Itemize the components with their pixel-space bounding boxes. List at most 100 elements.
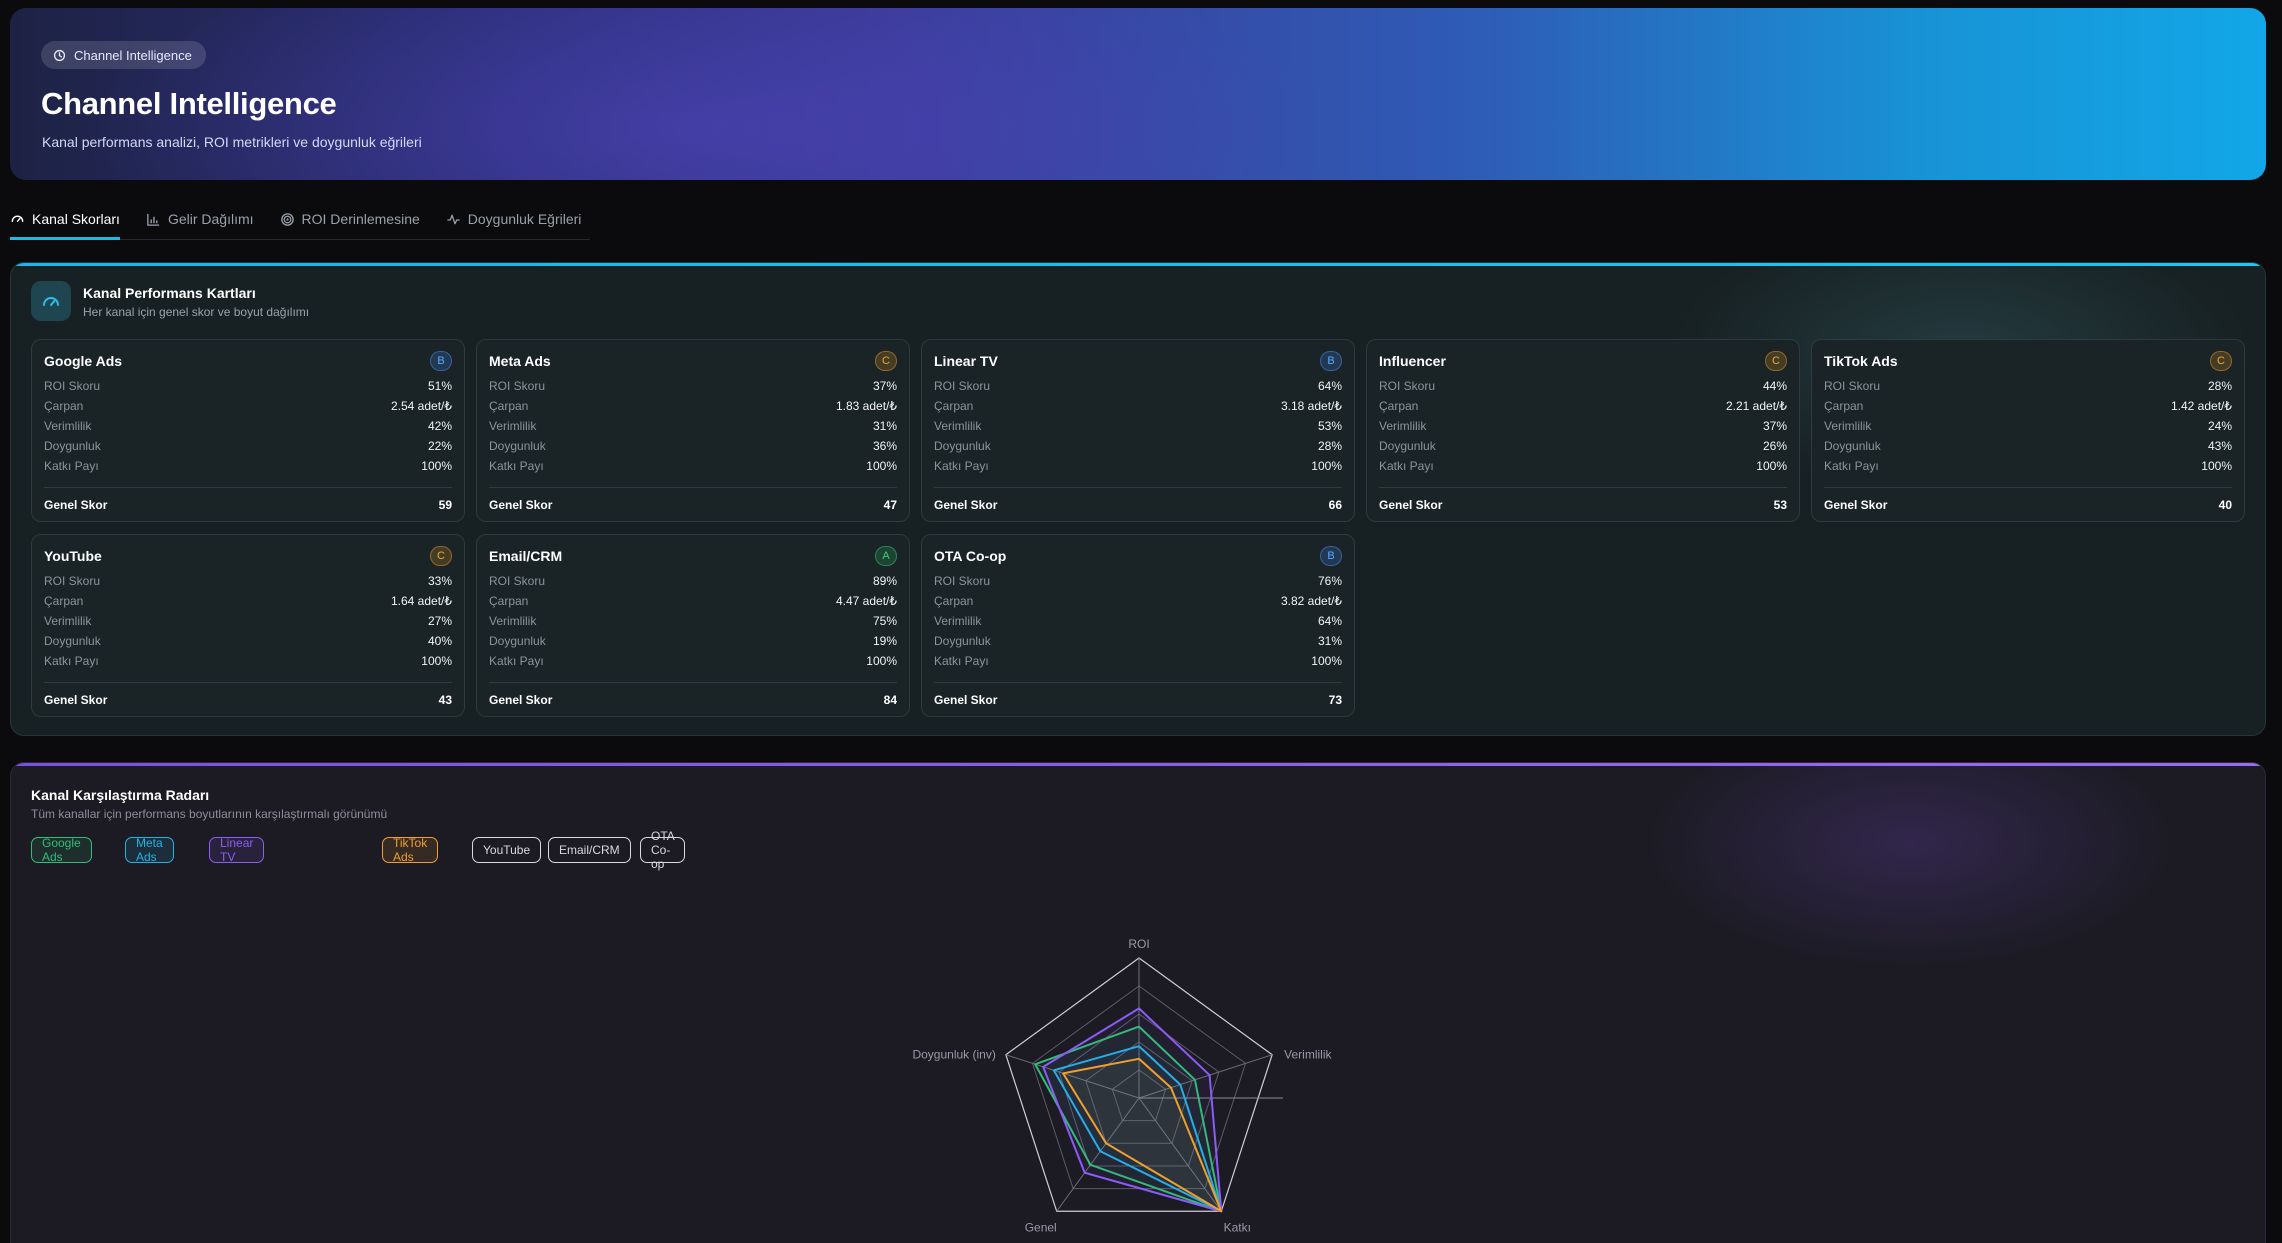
grade-badge: C [875, 351, 897, 371]
metric-value: 100% [421, 459, 452, 473]
card-header: OTA Co-op B [934, 545, 1342, 567]
metric-label: ROI Skoru [1824, 379, 1881, 393]
metric-row-saturation: Doygunluk 40% [44, 631, 452, 651]
metric-list: ROI Skoru 89% Çarpan 4.47 adet/₺ Verimlilik 7… [489, 571, 897, 671]
page-title: Channel Intelligence [41, 86, 337, 121]
metric-value: 42% [427, 419, 452, 433]
metric-label: ROI Skoru [934, 574, 991, 588]
channel-card[interactable]: YouTube C ROI Skoru 33% Çarpan 1.64 adet/₺ Ver… [31, 534, 465, 717]
tab-doygunluk-egrileri[interactable]: Doygunluk Eğrileri [446, 200, 582, 238]
radar-axis-label: Katkı [1224, 1220, 1251, 1234]
metric-label: Çarpan [489, 399, 529, 413]
tab-label: Kanal Skorları [32, 210, 120, 227]
channel-name: TikTok Ads [1824, 353, 1898, 369]
overall-score-label: Genel Skor [934, 497, 998, 512]
metric-value: 51% [427, 379, 452, 393]
metric-row-contribution: Katkı Payı 100% [934, 651, 1342, 671]
metric-label: ROI Skoru [1379, 379, 1436, 393]
metric-value: 31% [1317, 634, 1342, 648]
metric-list: ROI Skoru 51% Çarpan 2.54 adet/₺ Verimlilik 4… [44, 376, 452, 476]
tab-label: Doygunluk Eğrileri [467, 211, 582, 227]
metric-value: 100% [866, 459, 897, 473]
clock-icon [53, 49, 66, 61]
radar-axis-label: Genel [1025, 1220, 1057, 1234]
metric-list: ROI Skoru 37% Çarpan 1.83 adet/₺ Verimlilik 3… [489, 376, 897, 476]
channel-name: Linear TV [934, 353, 998, 369]
overall-score-value: 59 [438, 497, 452, 512]
metric-label: Katkı Payı [1379, 459, 1434, 473]
metric-row-efficiency: Verimlilik 37% [1379, 416, 1787, 436]
radar-axis-label: Doygunluk (inv) [912, 1048, 995, 1062]
overall-score-label: Genel Skor [1379, 497, 1443, 512]
radar-axis-label: ROI [1128, 937, 1149, 951]
overall-score-label: Genel Skor [44, 497, 108, 512]
metric-value: 1.83 adet/₺ [835, 399, 897, 413]
metric-label: Çarpan [1824, 399, 1864, 413]
overall-score-label: Genel Skor [1824, 497, 1888, 512]
metric-label: ROI Skoru [934, 379, 991, 393]
overall-score-value: 43 [438, 692, 452, 707]
tab-gelir-dagilimi[interactable]: Gelir Dağılımı [146, 200, 254, 238]
overall-score-value: 53 [1773, 497, 1787, 512]
metric-label: Katkı Payı [44, 459, 99, 473]
metric-label: Çarpan [44, 594, 84, 608]
hero-badge-label: Channel Intelligence [74, 47, 192, 63]
metric-label: Verimlilik [44, 614, 92, 628]
metric-value: 37% [1762, 419, 1787, 433]
metric-value: 27% [427, 614, 452, 628]
metric-value: 100% [1311, 459, 1342, 473]
metric-list: ROI Skoru 64% Çarpan 3.18 adet/₺ Verimlilik 5… [934, 376, 1342, 476]
metric-value: 3.82 adet/₺ [1280, 594, 1342, 608]
overall-score-row: Genel Skor 43 [44, 682, 452, 716]
metric-value: 37% [872, 379, 897, 393]
metric-value: 19% [872, 634, 897, 648]
metric-label: Doygunluk [934, 439, 991, 453]
channel-card[interactable]: Meta Ads C ROI Skoru 37% Çarpan 1.83 adet/₺ Ve… [476, 339, 910, 522]
metric-list: ROI Skoru 76% Çarpan 3.82 adet/₺ Verimlilik 6… [934, 571, 1342, 671]
metric-row-multiplier: Çarpan 3.82 adet/₺ [934, 591, 1342, 611]
metric-label: Katkı Payı [1824, 459, 1879, 473]
tab-kanal-skorlari[interactable]: Kanal Skorları [10, 200, 120, 240]
metric-label: Katkı Payı [489, 459, 544, 473]
cards-panel-title: Kanal Performans Kartları [83, 285, 256, 301]
overall-score-row: Genel Skor 84 [489, 682, 897, 716]
overall-score-value: 73 [1328, 692, 1342, 707]
channel-card[interactable]: Linear TV B ROI Skoru 64% Çarpan 3.18 adet/₺ V… [921, 339, 1355, 522]
overall-score-label: Genel Skor [44, 692, 108, 707]
metric-row-efficiency: Verimlilik 64% [934, 611, 1342, 631]
channel-card[interactable]: OTA Co-op B ROI Skoru 76% Çarpan 3.82 adet/₺ V… [921, 534, 1355, 717]
metric-value: 75% [872, 614, 897, 628]
metric-value: 43% [2207, 439, 2232, 453]
metric-row-multiplier: Çarpan 4.47 adet/₺ [489, 591, 897, 611]
channel-card[interactable]: Google Ads B ROI Skoru 51% Çarpan 2.54 adet/₺… [31, 339, 465, 522]
overall-score-row: Genel Skor 73 [934, 682, 1342, 716]
grade-badge: A [875, 546, 897, 566]
metric-row-multiplier: Çarpan 2.54 adet/₺ [44, 396, 452, 416]
tab-roi-derinlemesine[interactable]: ROI Derinlemesine [280, 200, 420, 238]
metric-row-efficiency: Verimlilik 42% [44, 416, 452, 436]
metric-label: Katkı Payı [934, 654, 989, 668]
metric-row-roi: ROI Skoru 64% [934, 376, 1342, 396]
metric-row-efficiency: Verimlilik 75% [489, 611, 897, 631]
metric-row-saturation: Doygunluk 28% [934, 436, 1342, 456]
metric-row-saturation: Doygunluk 36% [489, 436, 897, 456]
channel-name: OTA Co-op [934, 548, 1007, 564]
metric-label: Çarpan [489, 594, 529, 608]
grade-badge: B [1320, 546, 1342, 566]
card-header: Influencer C [1379, 350, 1787, 372]
metric-label: Çarpan [934, 594, 974, 608]
metric-value: 36% [872, 439, 897, 453]
metric-row-roi: ROI Skoru 51% [44, 376, 452, 396]
channel-name: Meta Ads [489, 353, 551, 369]
channel-card[interactable]: Influencer C ROI Skoru 44% Çarpan 2.21 adet/₺… [1366, 339, 1800, 522]
metric-row-multiplier: Çarpan 2.21 adet/₺ [1379, 396, 1787, 416]
metric-row-multiplier: Çarpan 1.42 adet/₺ [1824, 396, 2232, 416]
metric-row-roi: ROI Skoru 44% [1379, 376, 1787, 396]
overall-score-row: Genel Skor 53 [1379, 487, 1787, 521]
metric-row-saturation: Doygunluk 19% [489, 631, 897, 651]
metric-list: ROI Skoru 44% Çarpan 2.21 adet/₺ Verimlilik 3… [1379, 376, 1787, 476]
hero-badge: Channel Intelligence [41, 41, 206, 69]
channel-card[interactable]: Email/CRM A ROI Skoru 89% Çarpan 4.47 adet/₺ V… [476, 534, 910, 717]
channel-card[interactable]: TikTok Ads C ROI Skoru 28% Çarpan 1.42 adet/₺… [1811, 339, 2245, 522]
metric-row-contribution: Katkı Payı 100% [489, 456, 897, 476]
